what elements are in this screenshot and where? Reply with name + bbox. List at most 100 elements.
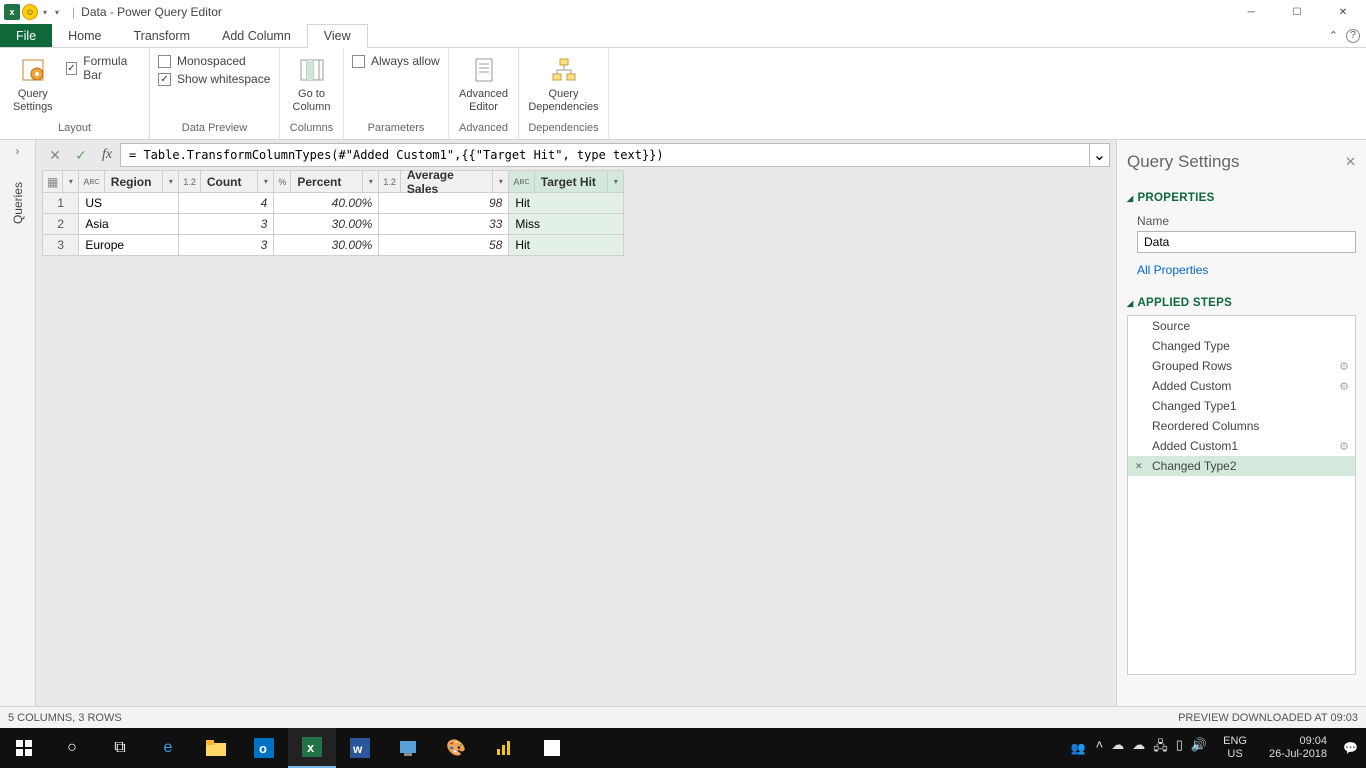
help-icon[interactable]: ?	[1346, 29, 1360, 43]
formula-accept-icon[interactable]: ✓	[68, 143, 94, 167]
step-changed-type1[interactable]: Changed Type1	[1128, 396, 1355, 416]
clock[interactable]: 09:04 26-Jul-2018	[1263, 735, 1333, 761]
tab-home[interactable]: Home	[52, 24, 117, 47]
cell[interactable]: Hit	[509, 193, 624, 214]
taskbar-powerbi-icon[interactable]	[480, 728, 528, 768]
start-button[interactable]	[0, 728, 48, 768]
type-icon[interactable]: 1.2	[379, 171, 401, 192]
column-header-average-sales[interactable]: 1.2Average Sales▾	[379, 171, 509, 193]
step-added-custom1[interactable]: Added Custom1⚙	[1128, 436, 1355, 456]
queries-pane-label[interactable]: Queries	[11, 174, 25, 232]
cell[interactable]: Europe	[79, 235, 179, 256]
tray-onedrive-icon[interactable]: ☁	[1111, 737, 1124, 759]
maximize-button[interactable]: ☐	[1274, 0, 1320, 24]
gear-icon[interactable]: ⚙	[1339, 440, 1349, 453]
tray-network-icon[interactable]: 🖧	[1153, 737, 1168, 759]
step-grouped-rows[interactable]: Grouped Rows⚙	[1128, 356, 1355, 376]
taskbar-word-icon[interactable]: w	[336, 728, 384, 768]
go-to-column-button[interactable]: Go to Column	[288, 52, 335, 114]
taskbar-excel-icon[interactable]: x	[288, 728, 336, 768]
column-header-target-hit[interactable]: ABCTarget Hit▾	[509, 171, 624, 193]
type-icon[interactable]: 1.2	[179, 171, 201, 192]
taskbar-paint-icon[interactable]: 🎨	[432, 728, 480, 768]
gear-icon[interactable]: ⚙	[1339, 380, 1349, 393]
tab-transform[interactable]: Transform	[118, 24, 207, 47]
taskbar-outlook-icon[interactable]: o	[240, 728, 288, 768]
task-view-icon[interactable]: ⧉	[96, 728, 144, 768]
tray-chevron-icon[interactable]: ˄	[1096, 737, 1104, 759]
filter-icon[interactable]: ▾	[362, 171, 378, 192]
advanced-editor-button[interactable]: Advanced Editor	[457, 52, 510, 114]
fx-icon[interactable]: fx	[94, 147, 120, 163]
grid-corner[interactable]: ▦▾	[43, 171, 79, 193]
expand-queries-icon[interactable]: ›	[16, 146, 20, 158]
show-whitespace-checkbox[interactable]: ✓Show whitespace	[158, 72, 270, 86]
formula-bar-checkbox[interactable]: ✓Formula Bar	[66, 54, 141, 82]
query-settings-button[interactable]: Query Settings	[8, 52, 58, 114]
step-reordered-columns[interactable]: Reordered Columns	[1128, 416, 1355, 436]
qat-dropdown-icon[interactable]: ▾	[40, 8, 50, 17]
type-icon[interactable]: ABC	[79, 171, 104, 192]
query-dependencies-button[interactable]: Query Dependencies	[527, 52, 600, 114]
cell[interactable]: 3	[179, 214, 274, 235]
tab-view[interactable]: View	[307, 24, 368, 48]
step-changed-type[interactable]: Changed Type	[1128, 336, 1355, 356]
minimize-button[interactable]: ─	[1228, 0, 1274, 24]
row-number[interactable]: 1	[43, 193, 79, 214]
properties-section-header[interactable]: ◢PROPERTIES	[1127, 192, 1356, 204]
taskbar-explorer-icon[interactable]	[192, 728, 240, 768]
cell[interactable]: Miss	[509, 214, 624, 235]
qat-more-icon[interactable]: ▾	[52, 8, 62, 17]
step-changed-type2[interactable]: Changed Type2	[1128, 456, 1355, 476]
cell[interactable]: Asia	[79, 214, 179, 235]
cell[interactable]: 98	[379, 193, 509, 214]
formula-cancel-icon[interactable]: ✕	[42, 143, 68, 167]
row-number[interactable]: 2	[43, 214, 79, 235]
action-center-icon[interactable]: 💬	[1343, 741, 1358, 755]
all-properties-link[interactable]: All Properties	[1137, 263, 1356, 277]
filter-icon[interactable]: ▾	[257, 171, 273, 192]
formula-expand-icon[interactable]: ⌄	[1090, 143, 1110, 167]
cell[interactable]: 30.00%	[274, 214, 379, 235]
step-added-custom[interactable]: Added Custom⚙	[1128, 376, 1355, 396]
cell[interactable]: 58	[379, 235, 509, 256]
row-number[interactable]: 3	[43, 235, 79, 256]
always-allow-checkbox[interactable]: Always allow	[352, 54, 440, 68]
type-icon[interactable]: ABC	[509, 171, 534, 192]
ribbon-collapse-icon[interactable]: ⌃	[1329, 29, 1338, 42]
tray-battery-icon[interactable]: ▯	[1176, 737, 1183, 759]
applied-steps-section-header[interactable]: ◢APPLIED STEPS	[1127, 297, 1356, 309]
close-button[interactable]: ✕	[1320, 0, 1366, 24]
tray-cloud-icon[interactable]: ☁	[1132, 737, 1145, 759]
file-tab[interactable]: File	[0, 24, 52, 47]
filter-icon[interactable]: ▾	[607, 171, 623, 192]
step-source[interactable]: Source	[1128, 316, 1355, 336]
filter-icon[interactable]: ▾	[492, 171, 508, 192]
gear-icon[interactable]: ⚙	[1339, 360, 1349, 373]
tray-volume-icon[interactable]: 🔊	[1191, 737, 1207, 759]
people-icon[interactable]: 👥	[1071, 741, 1086, 755]
filter-icon[interactable]: ▾	[162, 171, 178, 192]
taskbar-edge-icon[interactable]: e	[144, 728, 192, 768]
panel-close-icon[interactable]: ✕	[1345, 154, 1356, 170]
taskbar-app5-icon[interactable]	[384, 728, 432, 768]
column-header-percent[interactable]: %Percent▾	[274, 171, 379, 193]
column-header-region[interactable]: ABCRegion▾	[79, 171, 179, 193]
cell[interactable]: 40.00%	[274, 193, 379, 214]
smiley-icon[interactable]: ☺	[22, 4, 38, 20]
cell[interactable]: US	[79, 193, 179, 214]
taskbar-app7-icon[interactable]	[528, 728, 576, 768]
tab-add-column[interactable]: Add Column	[206, 24, 307, 47]
cell[interactable]: 4	[179, 193, 274, 214]
column-header-count[interactable]: 1.2Count▾	[179, 171, 274, 193]
type-icon[interactable]: %	[274, 171, 291, 192]
cortana-icon[interactable]: ○	[48, 728, 96, 768]
query-name-input[interactable]	[1137, 231, 1356, 253]
cell[interactable]: Hit	[509, 235, 624, 256]
cell[interactable]: 3	[179, 235, 274, 256]
cell[interactable]: 33	[379, 214, 509, 235]
monospaced-checkbox[interactable]: Monospaced	[158, 54, 270, 68]
cell[interactable]: 30.00%	[274, 235, 379, 256]
formula-input[interactable]: = Table.TransformColumnTypes(#"Added Cus…	[120, 143, 1090, 167]
language-indicator[interactable]: ENG US	[1217, 735, 1253, 761]
